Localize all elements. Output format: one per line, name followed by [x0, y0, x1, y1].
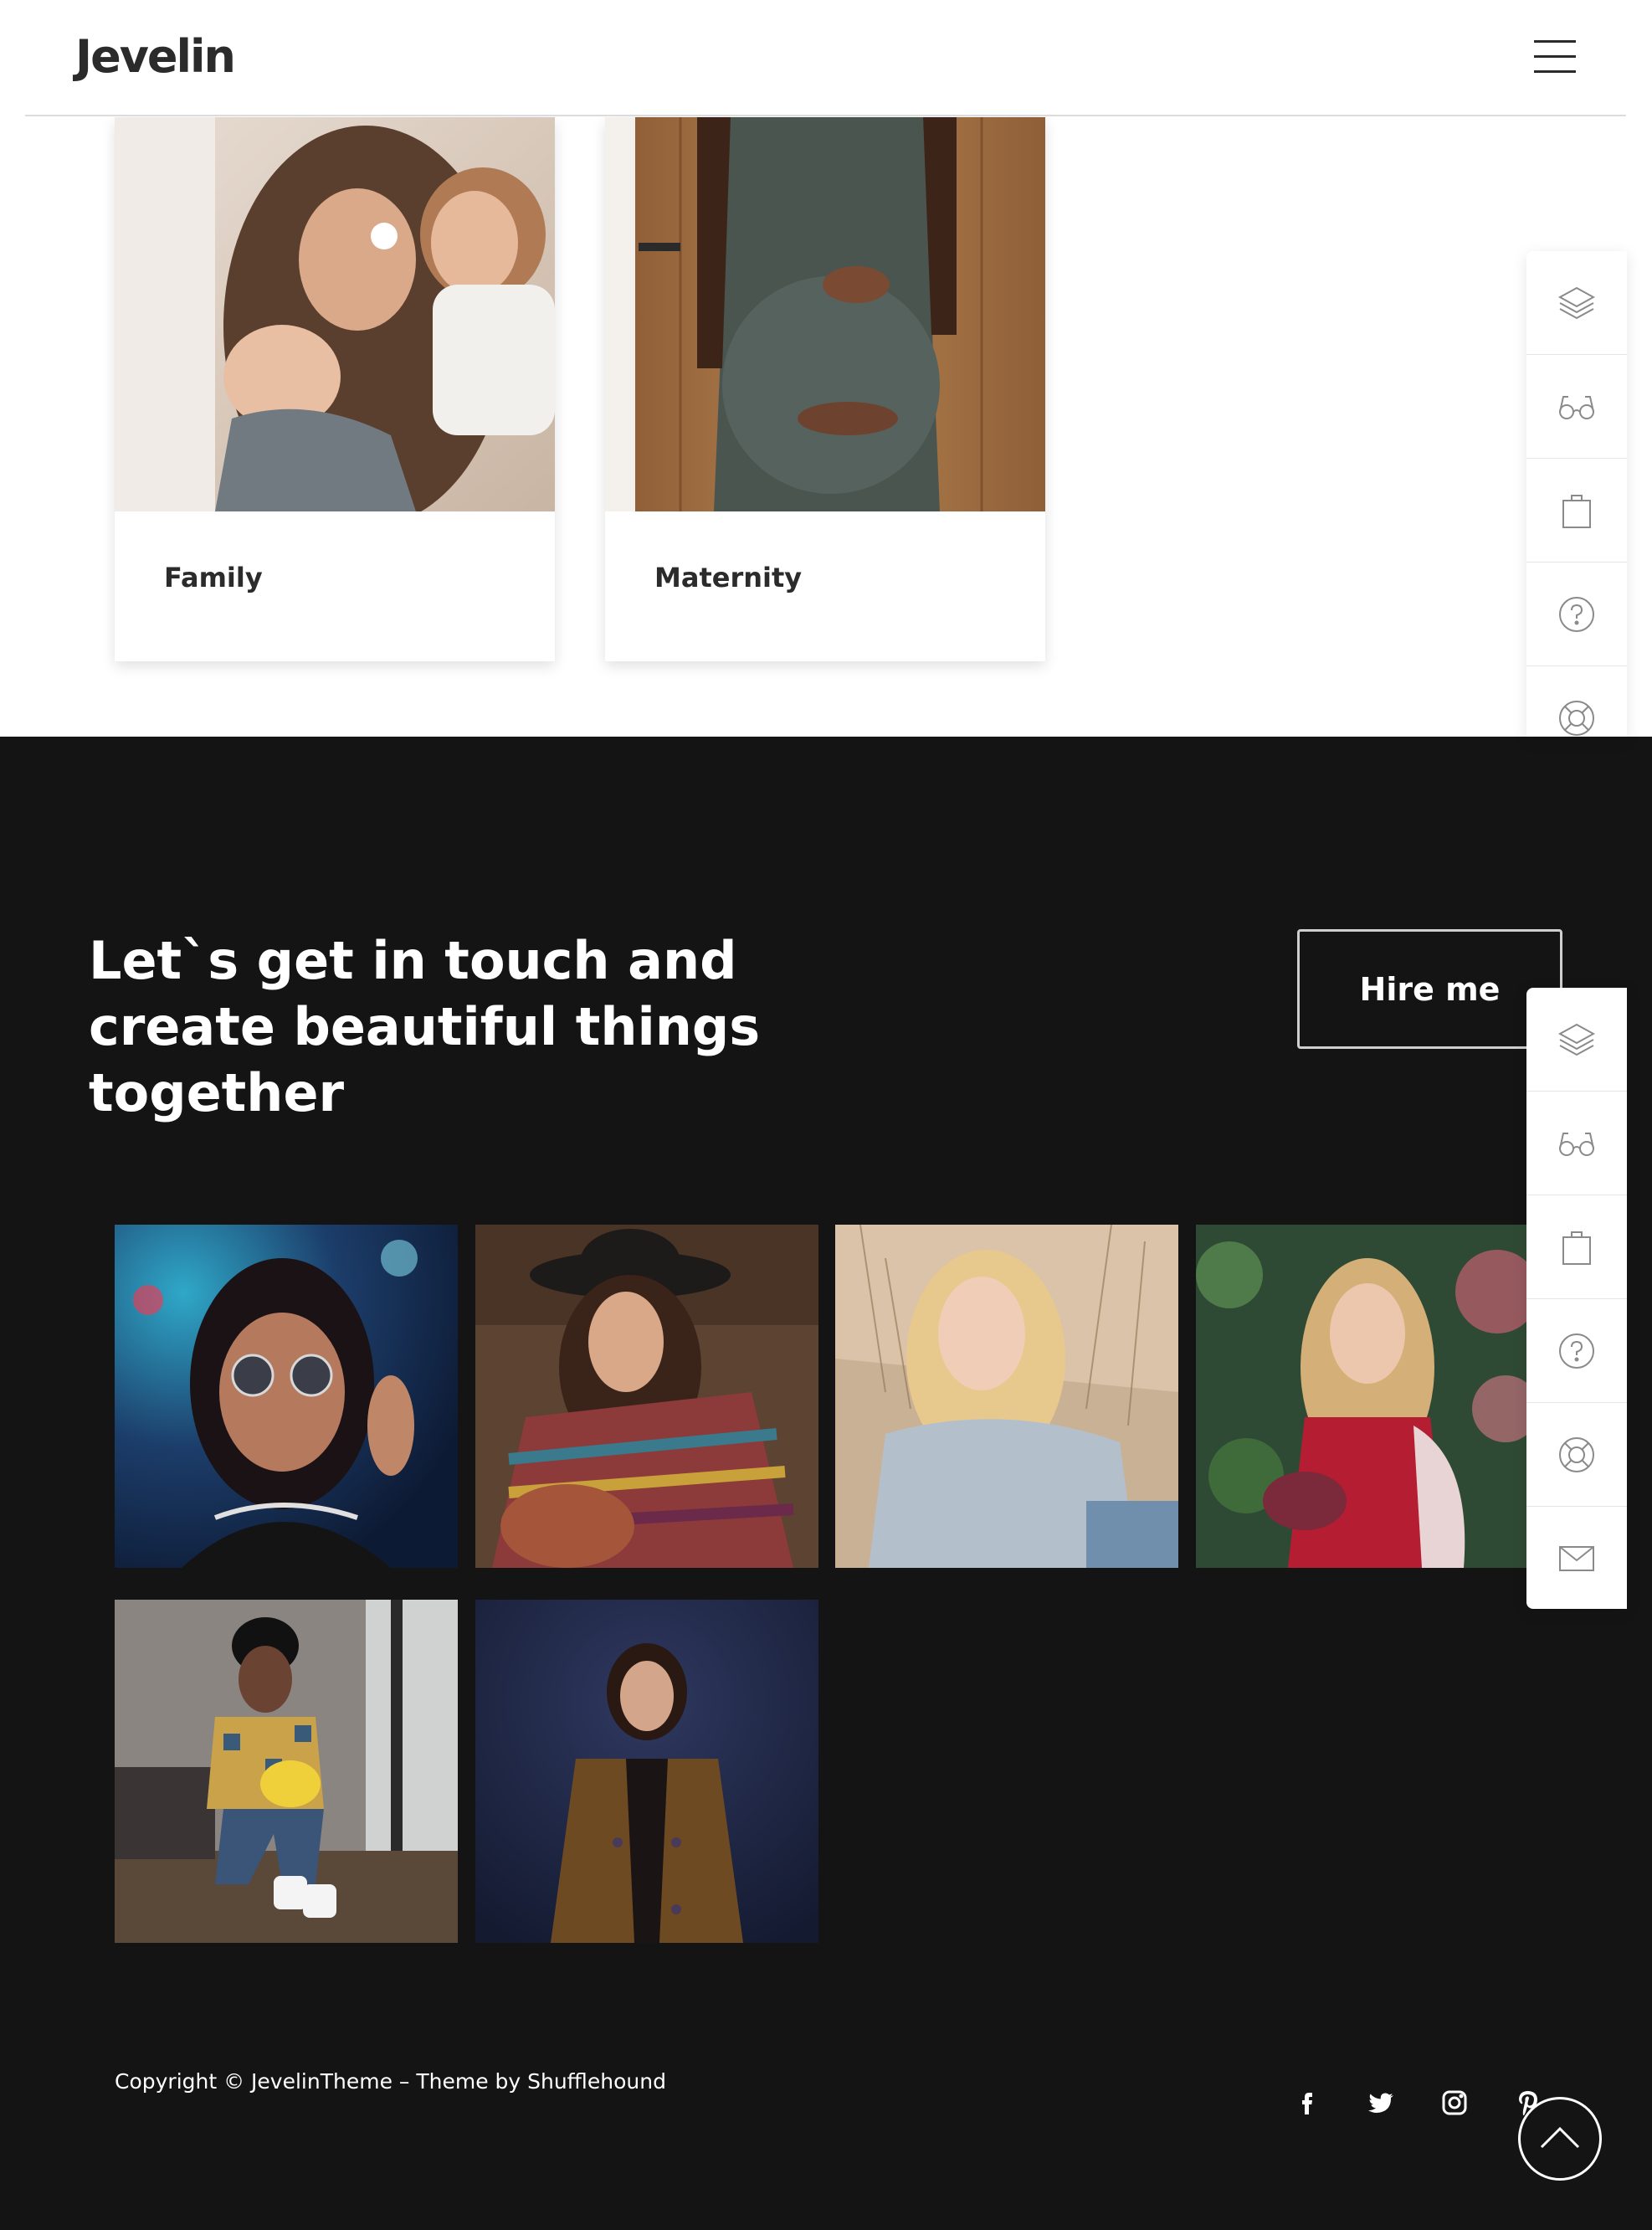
- lifebuoy-icon[interactable]: [1526, 666, 1627, 737]
- lifebuoy-icon[interactable]: [1526, 1403, 1627, 1507]
- gallery-photo-red-dress[interactable]: [1196, 1225, 1539, 1568]
- card-title[interactable]: Family: [164, 562, 263, 593]
- gallery-photo-sunglasses[interactable]: [115, 1225, 458, 1568]
- help-circle-icon[interactable]: [1526, 563, 1627, 666]
- instagram-icon[interactable]: [1436, 2084, 1473, 2121]
- gallery-photo-hat[interactable]: [475, 1225, 818, 1568]
- top-section: Jevelin Family Maternity: [0, 0, 1652, 737]
- family-photo[interactable]: [115, 117, 555, 511]
- site-header: Jevelin: [25, 0, 1626, 116]
- gallery-photo-street-style[interactable]: [115, 1600, 458, 1943]
- gallery-photo-blonde[interactable]: [835, 1225, 1178, 1568]
- card-title[interactable]: Maternity: [654, 562, 802, 593]
- shopping-bag-icon[interactable]: [1526, 459, 1627, 563]
- hire-me-button[interactable]: Hire me: [1297, 929, 1562, 1049]
- hamburger-menu-icon[interactable]: [1534, 39, 1576, 75]
- category-card-maternity[interactable]: Maternity: [605, 117, 1045, 661]
- chevron-up-icon: [1540, 2126, 1580, 2149]
- glasses-icon[interactable]: [1526, 1092, 1627, 1195]
- facebook-icon[interactable]: [1289, 2084, 1326, 2121]
- glasses-icon[interactable]: [1526, 355, 1627, 459]
- layers-icon[interactable]: [1526, 988, 1627, 1092]
- layers-icon[interactable]: [1526, 251, 1627, 355]
- twitter-icon[interactable]: [1362, 2084, 1399, 2121]
- contact-headline: Let`s get in touch and create beautiful …: [89, 930, 761, 1123]
- side-toolbar: [1526, 988, 1627, 1609]
- maternity-photo[interactable]: [605, 117, 1045, 511]
- side-toolbar-top: [1526, 251, 1627, 737]
- help-circle-icon[interactable]: [1526, 1299, 1627, 1403]
- category-card-family[interactable]: Family: [115, 117, 555, 661]
- mail-icon[interactable]: [1526, 1507, 1627, 1609]
- back-to-top-button[interactable]: [1518, 2097, 1602, 2181]
- footer-copyright: Copyright © JevelinTheme – Theme by Shuf…: [115, 2069, 666, 2094]
- shopping-bag-icon[interactable]: [1526, 1195, 1627, 1299]
- gallery-photo-coat[interactable]: [475, 1600, 818, 1943]
- site-logo[interactable]: Jevelin: [75, 30, 236, 83]
